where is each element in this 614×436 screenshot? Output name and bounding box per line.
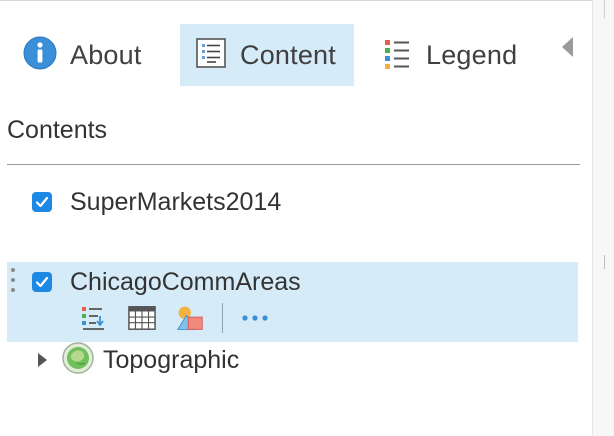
checkmark-icon [35, 196, 49, 208]
attribute-table-button[interactable] [128, 304, 156, 332]
layer-item[interactable]: SuperMarkets2014 [32, 188, 281, 216]
scrollbar-mark [604, 0, 605, 18]
legend-icon [380, 36, 414, 75]
layer-visibility-checkbox[interactable] [32, 272, 52, 292]
panel-top-border [0, 0, 596, 1]
scrollbar-mark [604, 255, 605, 269]
symbology-icon [176, 306, 203, 330]
tab-content-label: Content [240, 39, 336, 70]
panel-scrollbar[interactable] [592, 0, 614, 436]
content-list-icon [194, 36, 228, 75]
tab-about[interactable]: About [22, 24, 172, 86]
more-icon [242, 315, 268, 321]
tab-about-label: About [70, 39, 142, 70]
basemap-label: Topographic [103, 345, 240, 374]
legend-icon [82, 307, 104, 330]
tab-legend[interactable]: Legend [380, 24, 540, 86]
table-icon [128, 306, 156, 330]
show-legend-button[interactable] [80, 304, 108, 332]
heading-divider [7, 164, 580, 165]
layer-tools [80, 302, 289, 334]
basemap-item[interactable]: Topographic [38, 341, 240, 380]
tab-content[interactable]: Content [180, 24, 354, 86]
layer-item[interactable]: ChicagoCommAreas [32, 268, 301, 296]
change-style-button[interactable] [176, 304, 204, 332]
tab-legend-label: Legend [426, 39, 518, 70]
layer-label: SuperMarkets2014 [70, 187, 282, 216]
more-options-button[interactable] [241, 304, 269, 332]
globe-icon [61, 341, 95, 380]
info-icon [22, 35, 58, 76]
layer-visibility-checkbox[interactable] [32, 192, 52, 212]
layer-label: ChicagoCommAreas [70, 267, 301, 296]
collapse-panel-icon[interactable] [562, 37, 573, 57]
contents-heading: Contents [7, 116, 108, 144]
checkmark-icon [35, 276, 49, 288]
drag-handle-icon[interactable] [10, 268, 16, 302]
expand-arrow-icon[interactable] [38, 353, 47, 367]
tools-divider [222, 303, 223, 333]
